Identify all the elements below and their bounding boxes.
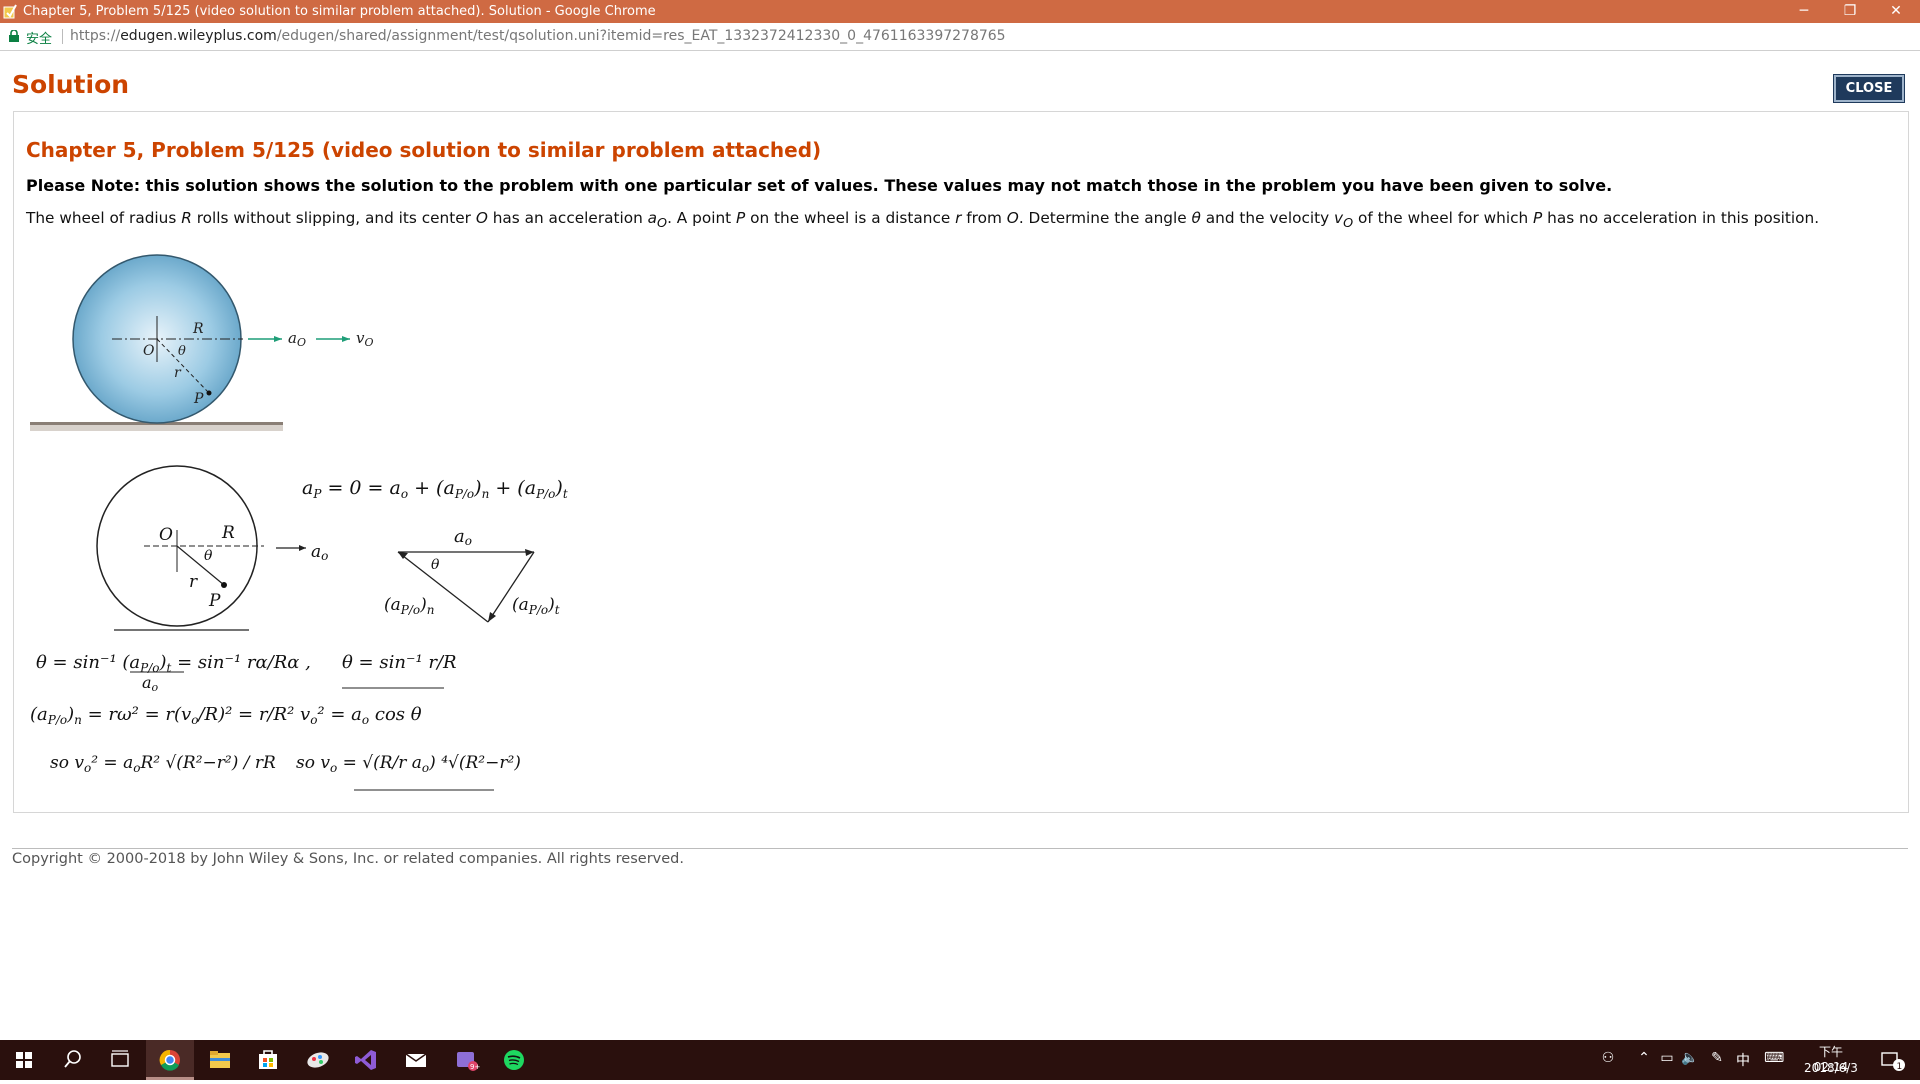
volume-icon[interactable]: 🔈: [1680, 1050, 1700, 1070]
keyboard-icon[interactable]: ⌨: [1764, 1050, 1784, 1070]
svg-text:P: P: [208, 591, 221, 611]
problem-statement: The wheel of radius R rolls without slip…: [26, 209, 1820, 232]
spotify-icon[interactable]: [490, 1040, 538, 1080]
clock-date[interactable]: 2018/6/3: [1800, 1061, 1862, 1075]
close-button[interactable]: CLOSE: [1834, 75, 1904, 102]
browser-title-bar: Chapter 5, Problem 5/125 (video solution…: [0, 0, 1920, 23]
copyright-text: Copyright © 2000-2018 by John Wiley & So…: [12, 851, 684, 867]
svg-text:θ: θ: [204, 548, 213, 564]
svg-text:ao: ao: [142, 673, 159, 694]
wheel-figure: R O θ r P aO vO: [30, 254, 374, 431]
svg-text:R: R: [221, 523, 235, 543]
wileyplus-favicon-icon: [3, 4, 17, 19]
svg-text:aP = 0 = ao + (aP/o)n + (aP/o): aP = 0 = ao + (aP/o)n + (aP/o)t: [302, 477, 568, 501]
handwritten-solution: O R θ r P ao aP = 0 = ao + (aP/o)n + (aP…: [30, 465, 568, 791]
label-P: P: [193, 391, 204, 407]
label-accel: aO: [288, 329, 306, 349]
close-window-button[interactable]: ✕: [1873, 0, 1919, 23]
url-host: edugen.wileyplus.com: [120, 28, 277, 44]
chrome-icon[interactable]: [146, 1040, 194, 1080]
page-title: Solution: [12, 70, 130, 99]
pen-icon[interactable]: ✎: [1708, 1050, 1726, 1070]
people-icon[interactable]: ⚇: [1598, 1050, 1618, 1070]
velocity-arrowhead: [342, 336, 350, 342]
restore-button[interactable]: ❐: [1827, 0, 1873, 23]
chevron-up-icon[interactable]: ⌃: [1636, 1050, 1652, 1070]
lock-icon: [9, 30, 19, 42]
media-icon[interactable]: 9+: [442, 1040, 490, 1080]
label-O: O: [143, 343, 155, 359]
problem-heading: Chapter 5, Problem 5/125 (video solution…: [26, 138, 822, 162]
svg-text:so vo² = aoR² √(R²−r²) / rR: so vo² = aoR² √(R²−r²) / rR: [50, 753, 276, 775]
mail-icon[interactable]: [392, 1040, 440, 1080]
svg-text:1: 1: [1897, 1062, 1903, 1072]
svg-text:9+: 9+: [470, 1063, 480, 1071]
secure-label[interactable]: 安全: [26, 28, 52, 47]
ime-indicator[interactable]: 中: [1734, 1050, 1752, 1070]
label-theta: θ: [178, 344, 186, 359]
svg-text:r: r: [189, 572, 198, 592]
svg-text:(aP/o)n = rω² = r(vo/R)² = r/R: (aP/o)n = rω² = r(vo/R)² = r/R² vo² = ao…: [30, 704, 422, 727]
address-separator: [62, 29, 63, 44]
solution-note: Please Note: this solution shows the sol…: [26, 176, 1613, 195]
svg-text:θ = sin⁻¹ r/R: θ = sin⁻¹ r/R: [342, 652, 457, 673]
start-icon[interactable]: [0, 1040, 48, 1080]
search-icon[interactable]: [48, 1040, 96, 1080]
paint3d-icon[interactable]: [294, 1040, 342, 1080]
visual-studio-icon[interactable]: [342, 1040, 390, 1080]
store-icon[interactable]: [244, 1040, 292, 1080]
task-view-icon[interactable]: [96, 1040, 144, 1080]
address-bar[interactable]: 安全 https://edugen.wileyplus.com/edugen/s…: [0, 23, 1920, 51]
taskbar: 9+ ⚇ ⌃ ▭ 🔈 ✎ 中 ⌨ 1: [0, 1040, 1920, 1080]
point-p-dot: [206, 390, 212, 396]
minimize-button[interactable]: ─: [1781, 0, 1827, 23]
network-icon[interactable]: ▭: [1658, 1050, 1676, 1070]
svg-text:(aP/o)t: (aP/o)t: [512, 595, 560, 617]
svg-text:so vo = √(R/r ao) ⁴√(R²−r²): so vo = √(R/r ao) ⁴√(R²−r²): [296, 753, 521, 775]
file-explorer-icon[interactable]: [196, 1040, 244, 1080]
footer-divider: [12, 848, 1908, 849]
notification-icon[interactable]: 1: [1880, 1050, 1906, 1072]
svg-text:O: O: [159, 525, 173, 545]
accel-arrowhead: [274, 336, 282, 342]
url-path: /edugen/shared/assignment/test/qsolution…: [276, 28, 1006, 44]
ground-shade: [30, 425, 283, 431]
url-scheme: https://: [70, 28, 121, 44]
label-velocity: vO: [356, 329, 374, 349]
window-title: Chapter 5, Problem 5/125 (video solution…: [23, 4, 656, 19]
label-R: R: [192, 321, 204, 337]
svg-text:ao: ao: [311, 542, 328, 563]
svg-text:ao: ao: [454, 526, 472, 548]
svg-text:θ: θ: [431, 557, 440, 573]
svg-text:(aP/o)n: (aP/o)n: [384, 595, 435, 617]
url-text[interactable]: https://edugen.wileyplus.com/edugen/shar…: [70, 28, 1006, 44]
